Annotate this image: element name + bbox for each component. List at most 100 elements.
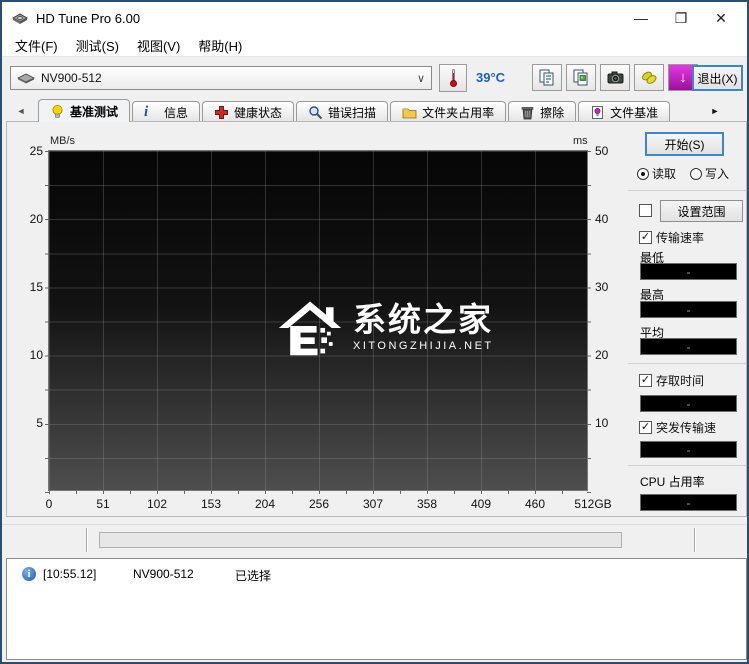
write-radio[interactable]: 写入 [690, 165, 729, 182]
chevron-down-icon[interactable]: ∨ [417, 72, 425, 85]
hd-tune-window: HD Tune Pro 6.00 — ❐ ✕ 文件(F) 测试(S) 视图(V)… [0, 0, 749, 664]
info-circle-icon: i [22, 567, 36, 581]
acoustic-button[interactable] [634, 64, 664, 91]
watermark-subtitle: XITONGZHIJIA.NET [353, 339, 494, 352]
temperature-button[interactable] [439, 64, 467, 92]
separator [694, 528, 695, 552]
read-radio[interactable]: 读取 [637, 165, 676, 182]
temperature-value: 39°C [476, 70, 506, 85]
tab-health[interactable]: 健康状态 [202, 101, 295, 122]
xtick: 51 [96, 497, 110, 511]
title-bar: HD Tune Pro 6.00 — ❐ ✕ [2, 2, 747, 34]
copy-text-button[interactable] [532, 64, 562, 91]
tab-strip: ◄ 基准测试 i 信息 健康状态 错误扫描 文件夹占用率 擦除 文件基准 ► [2, 97, 747, 122]
log-panel[interactable]: i [10:55.12] NV900-512 已选择 [6, 558, 747, 660]
ytick-right: 10 [595, 416, 609, 430]
xtick: 102 [146, 497, 168, 511]
file-benchmark-icon [592, 105, 604, 119]
bottom-axis-ticks [49, 490, 589, 494]
menu-view[interactable]: 视图(V) [128, 34, 189, 57]
right-axis-ticks [587, 151, 591, 493]
disk-icon [17, 73, 35, 84]
trash-icon [521, 106, 534, 119]
tab-scroll-left-icon[interactable]: ◄ [10, 101, 32, 120]
house-logo-icon [278, 301, 342, 356]
ytick-left: 20 [29, 212, 43, 226]
side-panel: 开始(S) 读取 写入 设置范围 ✓ 传输速率 最低 - 最高 - 平均 - ✓… [622, 122, 747, 517]
watermark: 系统之家 XITONGZHIJIA.NET [277, 297, 494, 357]
copy-image-icon [573, 69, 588, 85]
tab-file-benchmark[interactable]: 文件基准 [578, 101, 671, 122]
tab-benchmark[interactable]: 基准测试 [38, 99, 131, 122]
lightbulb-icon [52, 104, 63, 118]
copy-text-icon [539, 69, 554, 85]
set-range-button[interactable]: 设置范围 [660, 200, 743, 222]
divider [628, 190, 746, 191]
ytick-right: 30 [595, 280, 609, 294]
tab-info[interactable]: i 信息 [132, 101, 201, 122]
ytick-left: 25 [29, 144, 43, 158]
maximize-button[interactable]: ❐ [661, 2, 701, 34]
burst-rate-value: - [640, 441, 737, 458]
health-cross-icon [215, 105, 228, 119]
cpu-usage-label: CPU 占用率 [640, 475, 705, 489]
screenshot-button[interactable] [600, 64, 630, 91]
access-time-checkbox[interactable]: ✓ 存取时间 [639, 372, 704, 389]
menu-bar: 文件(F) 测试(S) 视图(V) 帮助(H) [2, 34, 747, 56]
avg-value: - [640, 338, 737, 355]
right-axis-unit: ms [573, 135, 588, 147]
status-strip [2, 524, 747, 554]
xtick: 256 [308, 497, 330, 511]
min-value: - [640, 263, 737, 280]
window-title: HD Tune Pro 6.00 [36, 10, 141, 26]
xtick: 409 [470, 497, 492, 511]
tab-erase[interactable]: 擦除 [508, 101, 577, 122]
device-name: NV900-512 [41, 71, 102, 85]
range-checkbox[interactable] [639, 204, 652, 217]
log-time: [10:55.12] [43, 567, 97, 581]
xtick: 0 [45, 497, 53, 511]
watermark-title: 系统之家 [353, 300, 493, 338]
burst-rate-checkbox[interactable]: ✓ 突发传输速 [639, 419, 716, 436]
menu-help[interactable]: 帮助(H) [189, 34, 251, 57]
thermometer-icon [449, 69, 457, 87]
toolbar: NV900-512 ∨ 39°C ↓ 退出(X) [2, 56, 747, 97]
transfer-rate-checkbox[interactable]: ✓ 传输速率 [639, 229, 704, 246]
log-message: 已选择 [235, 569, 272, 583]
access-time-value: - [640, 395, 737, 412]
app-disk-icon [12, 13, 28, 24]
magnifier-icon [309, 105, 323, 119]
divider [628, 363, 746, 364]
ytick-left: 5 [36, 416, 43, 430]
tab-folder-usage[interactable]: 文件夹占用率 [390, 101, 507, 122]
log-entry[interactable]: i [10:55.12] NV900-512 已选择 [7, 567, 746, 583]
ytick-left: 10 [29, 348, 43, 362]
ytick-right: 20 [595, 348, 609, 362]
tab-scroll-right-icon[interactable]: ► [704, 101, 726, 120]
benchmark-chart: 25 20 15 10 5 50 40 30 20 10 0 51 102 15… [30, 144, 612, 511]
start-button[interactable]: 开始(S) [645, 132, 724, 156]
menu-file[interactable]: 文件(F) [6, 34, 67, 57]
checkmark-icon: ✓ [639, 231, 652, 244]
yellow-hands-icon [641, 71, 656, 84]
tab-error-scan[interactable]: 错误扫描 [296, 101, 389, 122]
max-value: - [640, 301, 737, 318]
xtick: 153 [200, 497, 222, 511]
copy-image-button[interactable] [566, 64, 596, 91]
camera-icon [607, 71, 623, 84]
folder-icon [402, 108, 417, 118]
radio-unselected-icon [690, 167, 703, 180]
down-arrow-icon: ↓ [679, 69, 687, 86]
exit-button[interactable]: 退出(X) [692, 65, 743, 91]
close-button[interactable]: ✕ [701, 2, 741, 34]
progress-bar [99, 532, 622, 548]
log-device: NV900-512 [133, 567, 194, 581]
xtick: 204 [254, 497, 276, 511]
menu-test[interactable]: 测试(S) [67, 34, 128, 57]
device-selector[interactable]: NV900-512 ∨ [10, 66, 432, 90]
minimize-button[interactable]: — [621, 2, 661, 34]
divider [628, 465, 746, 466]
ytick-left: 15 [29, 280, 43, 294]
left-axis-ticks [45, 151, 49, 493]
ytick-right: 50 [595, 144, 609, 158]
